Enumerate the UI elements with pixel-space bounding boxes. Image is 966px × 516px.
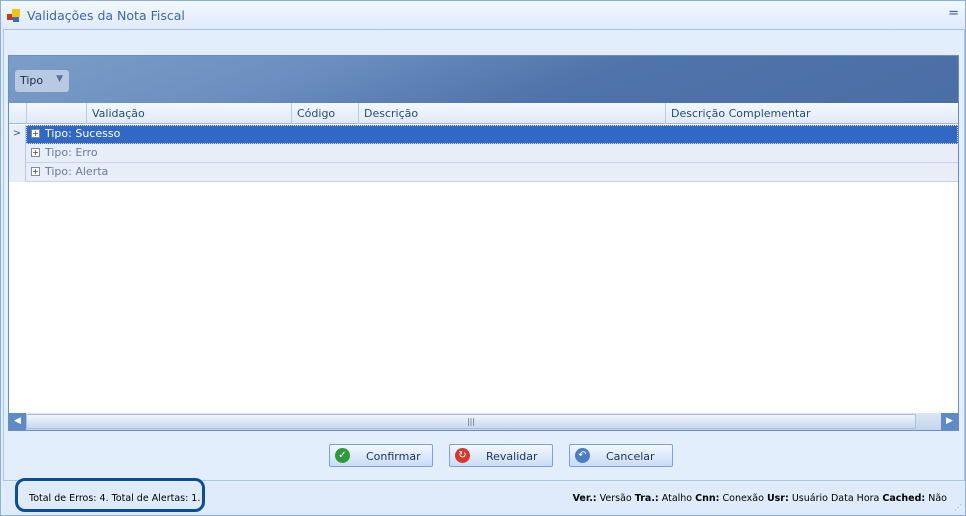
ver-value: Versão xyxy=(599,493,632,504)
status-info: Ver.: Versão Tra.: Atalho Cnn: Conexão U… xyxy=(573,493,947,504)
expand-icon[interactable]: + xyxy=(31,167,40,176)
group-row-label: Tipo: Erro xyxy=(45,146,98,159)
datetime-value: Data Hora xyxy=(830,493,880,504)
cached-value: Não xyxy=(928,493,947,504)
group-row-erro[interactable]: + Tipo: Erro xyxy=(9,144,958,163)
title-bar: Validações da Nota Fiscal = xyxy=(1,1,965,29)
cancel-button[interactable]: ↶ Cancelar xyxy=(569,444,673,467)
tra-value: Atalho xyxy=(661,493,693,504)
group-row-sucesso[interactable]: > + Tipo: Sucesso xyxy=(9,125,958,144)
revalidate-button[interactable]: ↻ Revalidar xyxy=(449,444,553,467)
cached-label: Cached: xyxy=(882,493,926,504)
row-indicator-icon: > xyxy=(9,125,26,144)
app-icon xyxy=(7,9,20,22)
horizontal-scrollbar[interactable]: ◀ ||| ▶ xyxy=(9,413,958,430)
expand-icon[interactable]: + xyxy=(31,129,40,138)
column-header: Validação Código Descrição Descrição Com… xyxy=(9,103,958,124)
expand-icon[interactable]: + xyxy=(31,148,40,157)
row-indicator xyxy=(9,144,26,163)
usr-label: Usr: xyxy=(766,493,789,504)
scroll-left-icon[interactable]: ◀ xyxy=(9,413,26,430)
refresh-icon: ↻ xyxy=(455,448,470,463)
window-title: Validações da Nota Fiscal xyxy=(27,8,185,23)
column-descricao-complementar[interactable]: Descrição Complementar xyxy=(665,103,958,124)
check-icon: ✓ xyxy=(335,448,350,463)
row-indicator xyxy=(9,163,26,182)
group-row-alerta[interactable]: + Tipo: Alerta xyxy=(9,163,958,182)
sort-down-icon: ▼ xyxy=(56,74,63,84)
minimize-button[interactable]: = xyxy=(948,6,959,21)
confirm-button[interactable]: ✓ Confirmar xyxy=(329,444,433,467)
cancel-label: Cancelar xyxy=(606,450,655,463)
row-selection xyxy=(26,125,958,144)
group-chip-tipo[interactable]: Tipo ▼ xyxy=(15,70,69,92)
confirm-label: Confirmar xyxy=(366,450,421,463)
window: Validações da Nota Fiscal = Tipo ▼ Valida… xyxy=(0,0,966,516)
group-row-label: Tipo: Alerta xyxy=(45,165,109,178)
scroll-thumb[interactable]: ||| xyxy=(26,414,916,429)
cnn-label: Cnn: xyxy=(695,493,720,504)
scroll-right-icon[interactable]: ▶ xyxy=(941,413,958,430)
revalidate-label: Revalidar xyxy=(486,450,538,463)
validations-grid: Tipo ▼ Validação Código Descrição Descriç… xyxy=(8,55,959,431)
expand-column-header xyxy=(26,103,86,124)
ver-label: Ver.: xyxy=(572,493,597,504)
group-chip-label: Tipo xyxy=(20,74,44,87)
column-descricao[interactable]: Descrição xyxy=(358,103,665,124)
undo-icon: ↶ xyxy=(575,448,590,463)
tra-label: Tra.: xyxy=(634,493,659,504)
totals-text: Total de Erros: 4. Total de Alertas: 1. xyxy=(29,493,201,504)
column-validacao[interactable]: Validação xyxy=(86,103,291,124)
group-row-label: Tipo: Sucesso xyxy=(45,127,121,140)
usr-value: Usuário xyxy=(791,493,828,504)
cnn-value: Conexão xyxy=(722,493,764,504)
resize-grip-icon[interactable]: ⋰ xyxy=(954,503,962,512)
column-codigo[interactable]: Código xyxy=(291,103,358,124)
group-panel: Tipo ▼ xyxy=(9,56,958,103)
